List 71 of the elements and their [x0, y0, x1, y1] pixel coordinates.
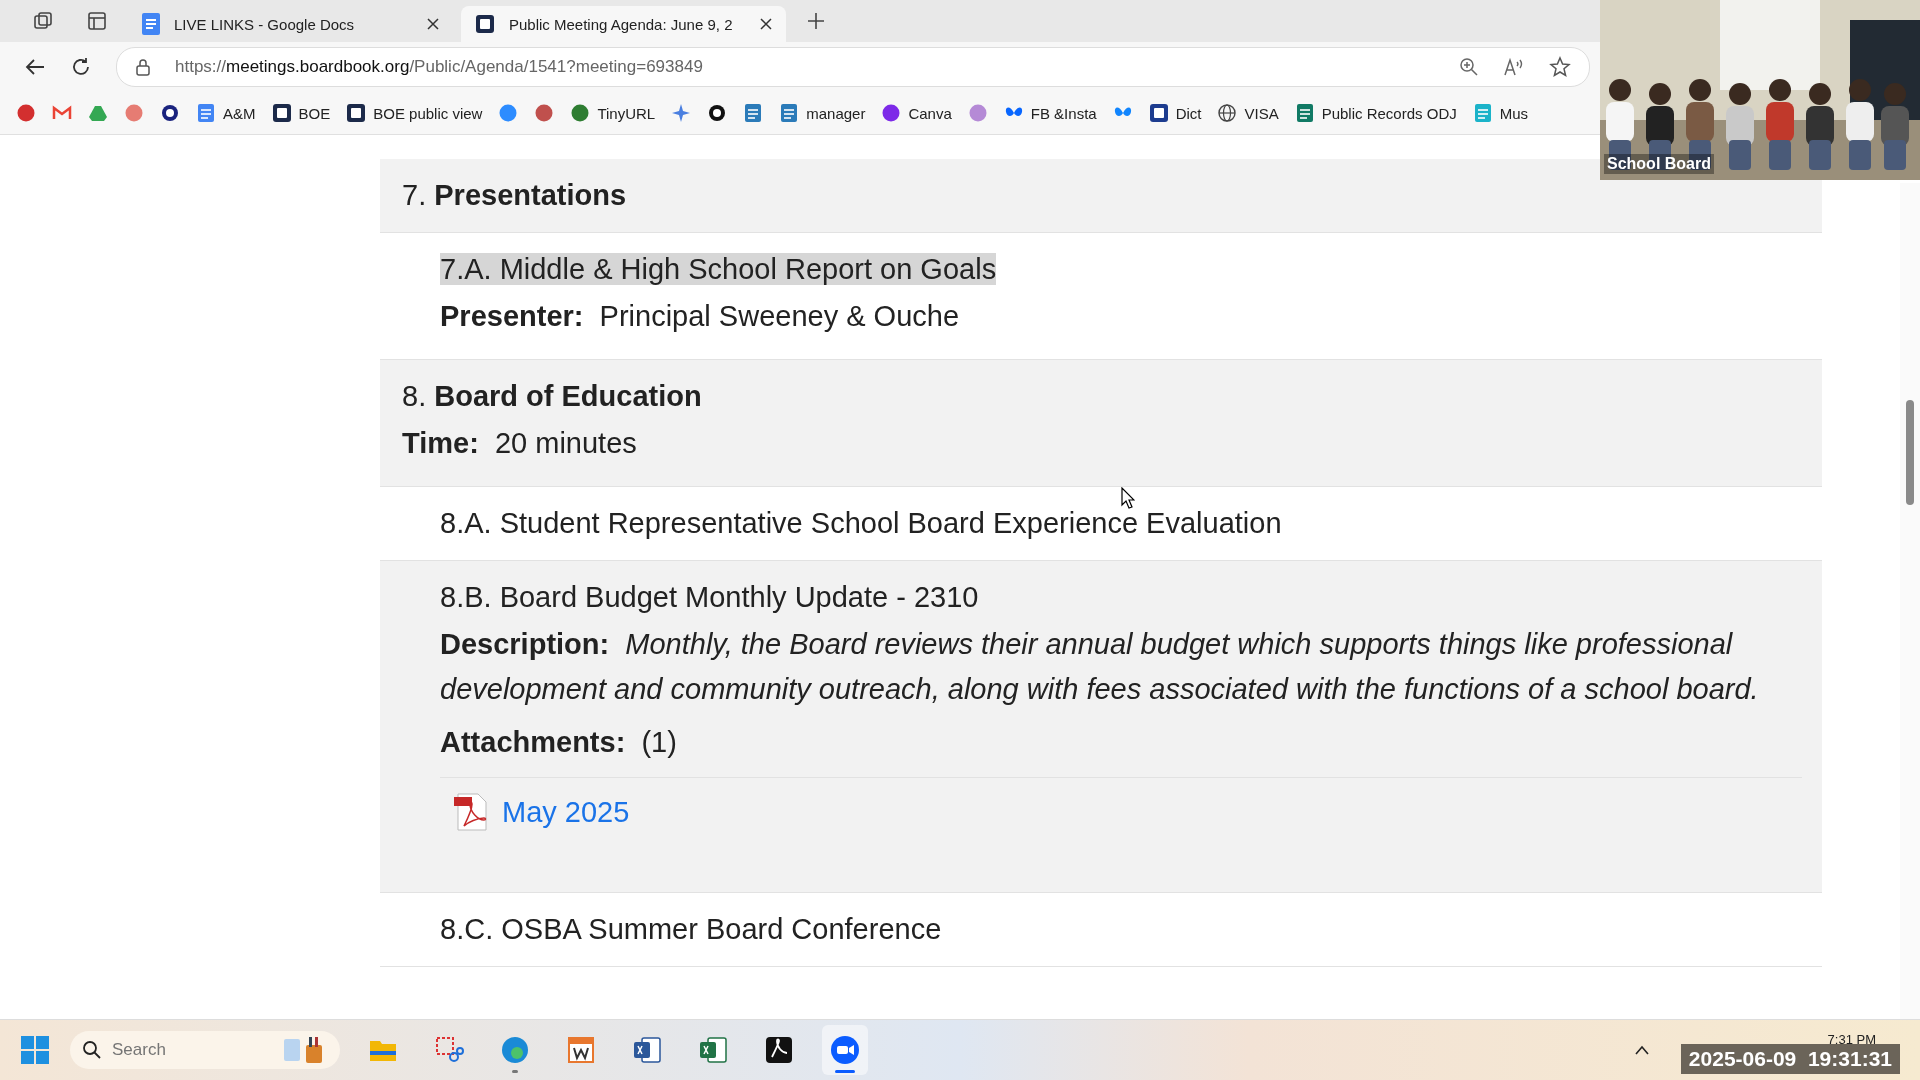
- workspaces-icon[interactable]: [32, 10, 54, 32]
- star-icon[interactable]: [1549, 56, 1571, 78]
- zoom-in-icon[interactable]: [1459, 57, 1479, 77]
- lock-icon: [135, 58, 151, 76]
- square-icon: [271, 103, 292, 123]
- item-title: 7.A. Middle & High School Report on Goals: [440, 253, 997, 285]
- writer-icon: [566, 1035, 596, 1065]
- circle-icon[interactable]: [498, 103, 519, 123]
- field-text: Presenter: Principal Sweeney & Ouche: [440, 299, 961, 334]
- browser-tab[interactable]: Public Meeting Agenda: June 9, 2: [461, 6, 786, 42]
- bookmark-link[interactable]: manager: [779, 103, 866, 123]
- ring-icon[interactable]: [707, 103, 728, 123]
- field-text: Attachments: (1): [440, 725, 678, 760]
- circle-icon[interactable]: [534, 103, 555, 123]
- document-icon: [142, 13, 160, 35]
- bookmark-link[interactable]: VISA: [1217, 103, 1279, 123]
- item-title: 8.B. Board Budget Monthly Update - 2310: [440, 581, 979, 613]
- bookmark-link[interactable]: FB &Insta: [1003, 103, 1097, 123]
- section-heading: 8. Board of Education: [402, 380, 703, 413]
- square-icon: [475, 14, 495, 34]
- bookmark-link[interactable]: BOE: [271, 103, 331, 123]
- document-icon[interactable]: [743, 103, 764, 123]
- circle-icon: [881, 103, 902, 123]
- field-text: Description: Monthly, the Board reviews their annual budget which supports things like professional development and community outreach, along with fees associated with the functions of a school board.: [440, 627, 1760, 707]
- globe-icon: [1217, 103, 1238, 123]
- document-icon: [1472, 103, 1493, 123]
- url-text: https://meetings.boardbook.org/Public/Agenda/1541?meeting=693849: [175, 57, 703, 77]
- bookmark-link[interactable]: Mus: [1472, 103, 1529, 123]
- start-icon[interactable]: [20, 1035, 50, 1065]
- bookmark-link[interactable]: Public Records ODJ: [1294, 103, 1457, 123]
- document-icon: [779, 103, 800, 123]
- tab-title: LIVE LINKS - Google Docs: [174, 15, 356, 33]
- clock-time: 7:31 PM: [1827, 1032, 1876, 1047]
- spreadsheet-icon: [698, 1035, 728, 1065]
- search-field[interactable]: Search: [70, 1031, 340, 1069]
- participant-name: School Board: [1604, 154, 1714, 174]
- tab-actions-icon[interactable]: [86, 10, 108, 32]
- bookmark-link[interactable]: A&M: [196, 103, 256, 123]
- close-icon[interactable]: [427, 18, 439, 30]
- bookmark-link[interactable]: Canva: [881, 103, 952, 123]
- cursor-icon: [1121, 487, 1135, 509]
- new-tab-icon[interactable]: [806, 11, 826, 31]
- refresh-icon[interactable]: [70, 56, 92, 78]
- section-heading: 7. Presentations: [402, 179, 628, 212]
- ring-icon[interactable]: [160, 103, 180, 123]
- address-bar[interactable]: https://meetings.boardbook.org/Public/Agenda/1541?meeting=693849: [116, 47, 1590, 87]
- attachment-link[interactable]: May 2025: [502, 795, 630, 829]
- circle-icon: [570, 103, 591, 123]
- search-icon: [82, 1040, 102, 1060]
- pdf-icon: [454, 792, 490, 832]
- scrollbar[interactable]: [1900, 183, 1920, 1019]
- timestamp-overlay: 2025-06-09 19:31:31: [1680, 1044, 1900, 1074]
- bookmark-link[interactable]: TinyURL: [570, 103, 656, 123]
- bookmark-link[interactable]: BOE public view: [346, 103, 483, 123]
- tab-title: Public Meeting Agenda: June 9, 2: [509, 15, 734, 33]
- document-icon: [196, 103, 216, 123]
- video-camera-icon: [830, 1035, 860, 1065]
- close-icon[interactable]: [760, 18, 772, 30]
- square-icon: [346, 103, 367, 123]
- item-title: 8.C. OSBA Summer Board Conference: [440, 913, 942, 945]
- bookmark-link[interactable]: Dict: [1148, 103, 1202, 123]
- document-icon: [1294, 103, 1315, 123]
- field-text: Time: 20 minutes: [402, 426, 638, 461]
- browser-tab[interactable]: LIVE LINKS - Google Docs: [128, 6, 453, 42]
- chevron-up-icon[interactable]: [1634, 1044, 1650, 1056]
- circle-icon[interactable]: [967, 103, 988, 123]
- item-title: 8.A. Student Representative School Board Experience Evaluation: [440, 507, 1282, 539]
- square-icon: [1148, 103, 1169, 123]
- pdf-icon: [764, 1035, 794, 1065]
- circle-icon[interactable]: [124, 103, 144, 123]
- read-aloud-icon[interactable]: [1503, 57, 1525, 77]
